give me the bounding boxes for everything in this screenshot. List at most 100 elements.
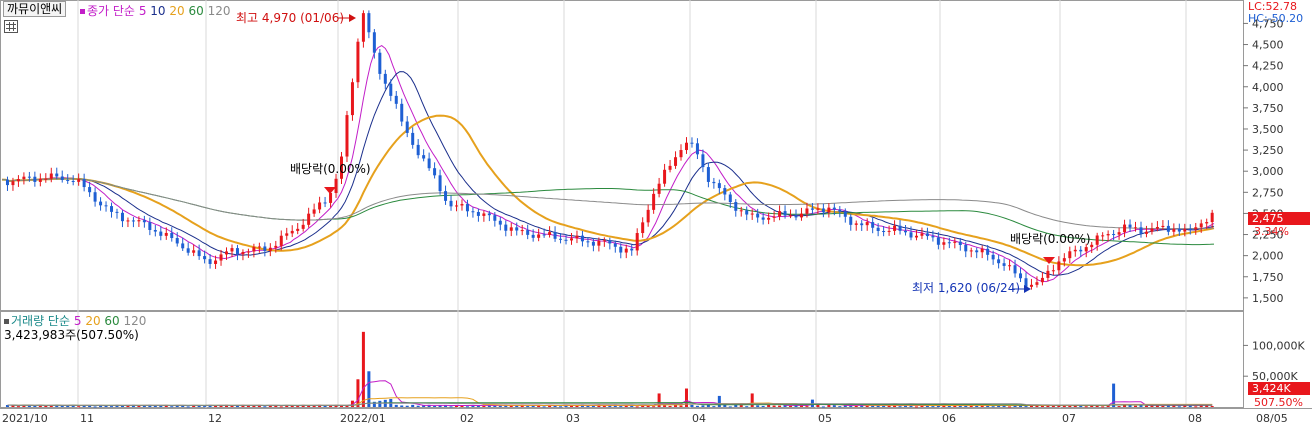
ma20-label: 20: [169, 4, 185, 18]
candle-body: [175, 238, 179, 244]
y-tick-label: 3,500: [1252, 123, 1284, 136]
stock-name: 까뮤이앤씨: [7, 2, 63, 16]
candle-body: [82, 179, 86, 188]
price-indicator-label: 종가 단순: [87, 4, 135, 18]
candle-body: [876, 227, 880, 232]
volume-panel: [0, 311, 1244, 408]
svg-text:최고 4,970 (01/06): 최고 4,970 (01/06): [236, 11, 344, 25]
candle-body: [55, 173, 59, 177]
volume-bar: [1161, 405, 1165, 407]
candle-body: [674, 157, 678, 166]
stock-name-box[interactable]: 까뮤이앤씨: [3, 1, 67, 17]
candle-body: [1002, 263, 1006, 266]
volume-bar: [1024, 406, 1028, 408]
ma60-label: 60: [188, 4, 204, 18]
candle-body: [203, 256, 207, 260]
candle-body: [22, 176, 26, 180]
svg-text:배당락(0.00%): 배당락(0.00%): [290, 162, 371, 176]
volume-bar: [827, 405, 831, 407]
candle-body: [290, 230, 294, 234]
candle-body: [936, 237, 940, 245]
candle-body: [312, 209, 316, 214]
candle-body: [865, 222, 869, 226]
candle-body: [613, 243, 617, 247]
candle-body: [799, 213, 803, 218]
candle-body: [646, 209, 650, 223]
candle-body: [1073, 249, 1077, 252]
volume-bar: [756, 405, 760, 407]
candle-body: [893, 225, 897, 231]
volume-bar: [838, 406, 842, 408]
candle-body: [509, 227, 513, 231]
volume-bar: [60, 405, 64, 407]
volume-bar: [789, 405, 793, 407]
candle-body: [821, 208, 825, 213]
candle-body: [170, 232, 174, 239]
candle-body: [925, 233, 929, 237]
candle-body: [871, 222, 875, 228]
volume-bar: [679, 405, 683, 407]
candle-body: [1008, 265, 1012, 267]
candle-body: [843, 211, 847, 217]
x-tick-label: 04: [692, 412, 706, 425]
candle-body: [5, 179, 9, 186]
volume-bar: [449, 406, 453, 408]
volume-bar: [340, 405, 344, 407]
candle-body: [66, 179, 70, 181]
volume-bar: [126, 405, 130, 407]
candle-body: [745, 210, 749, 215]
x-tick-label: 2022/01: [340, 412, 386, 425]
candle-body: [1155, 226, 1159, 229]
candle-body: [564, 239, 568, 241]
volume-bar: [701, 405, 705, 407]
volume-bar: [312, 405, 316, 407]
candle-body: [695, 143, 699, 155]
candle-body: [1057, 261, 1061, 271]
candle-body: [367, 13, 371, 33]
candle-body: [268, 247, 272, 251]
candle-body: [1199, 223, 1203, 228]
candle-body: [104, 205, 108, 207]
candle-body: [991, 254, 995, 260]
volume-bar: [712, 406, 716, 408]
candle-body: [1029, 284, 1033, 287]
volume-bar: [361, 331, 365, 407]
candle-body: [263, 246, 267, 251]
candle-body: [246, 251, 250, 253]
candle-body: [438, 175, 442, 192]
candle-body: [1139, 227, 1143, 234]
vol-y-tick-label: 100,000K: [1252, 339, 1305, 352]
price-indicator-legend: 종가 단순 5 10 20 60 120: [80, 2, 231, 19]
stock-chart[interactable]: 4,7504,5004,2504,0003,7503,5003,2503,000…: [0, 0, 1312, 428]
candle-body: [192, 250, 196, 253]
candle-body: [832, 207, 836, 210]
candle-body: [329, 192, 333, 203]
candle-body: [1095, 235, 1099, 245]
candle-body: [701, 154, 705, 168]
candle-body: [641, 222, 645, 234]
candle-body: [531, 234, 535, 238]
candle-body: [712, 181, 716, 184]
candle-body: [60, 176, 64, 180]
candle-body: [1177, 228, 1181, 232]
grid-toggle-icon[interactable]: [4, 20, 18, 33]
candle-body: [208, 259, 212, 264]
candle-body: [16, 179, 20, 182]
candle-body: [493, 215, 497, 221]
candle-body: [334, 178, 338, 193]
y-tick-label: 4,500: [1252, 39, 1284, 52]
low-annotation: 최저 1,620 (06/24): [912, 281, 1031, 295]
candle-body: [44, 178, 48, 180]
candle-body: [1112, 234, 1116, 236]
candle-body: [433, 168, 437, 176]
volume-bar: [77, 406, 81, 408]
candle-body: [810, 208, 814, 210]
volume-bar: [219, 405, 223, 407]
volume-bar: [1194, 406, 1198, 408]
candle-body: [1134, 227, 1138, 229]
candle-body: [553, 232, 557, 239]
candle-body: [126, 220, 130, 222]
x-tick-label: 08: [1188, 412, 1202, 425]
candle-body: [520, 230, 524, 232]
candle-body: [953, 241, 957, 243]
